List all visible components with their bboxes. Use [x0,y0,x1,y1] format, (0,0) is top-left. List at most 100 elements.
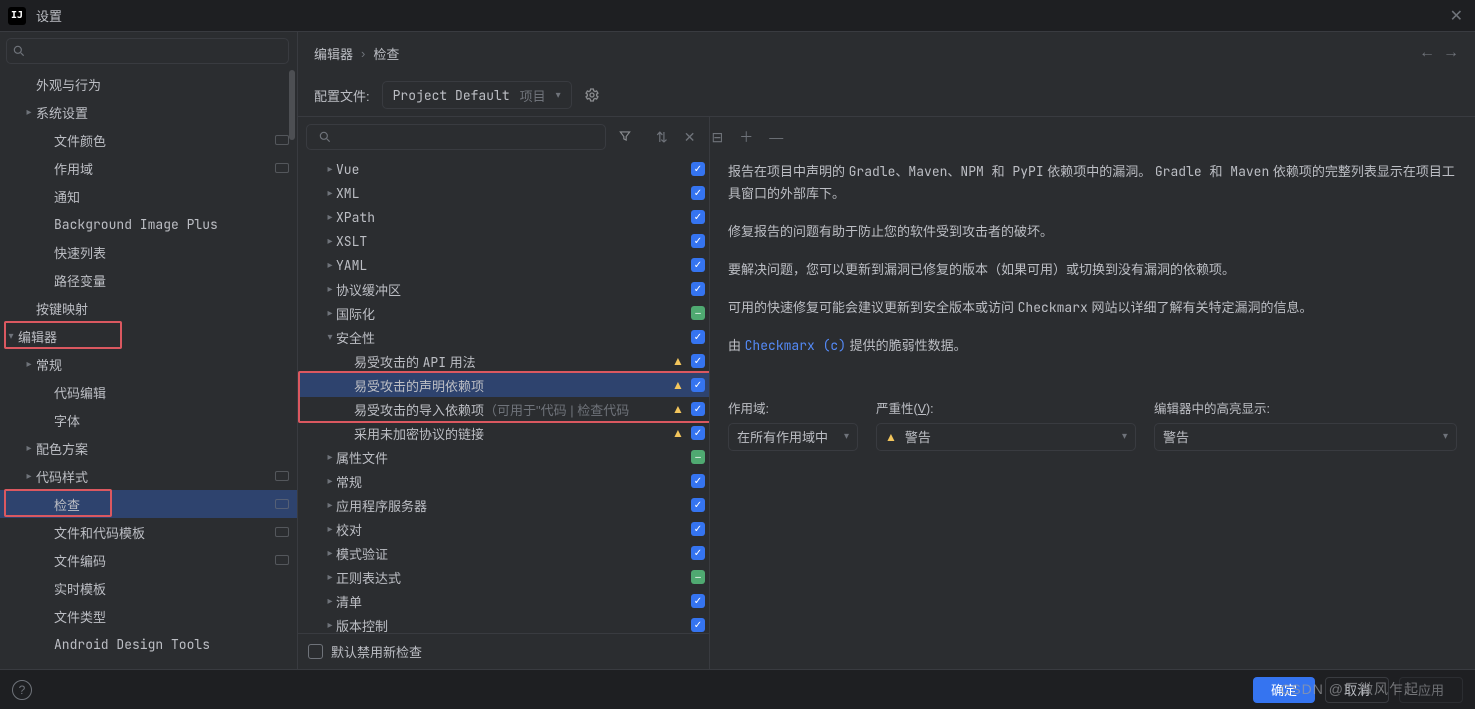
inspection-row[interactable]: ▸国际化– [298,301,709,325]
sidebar-item[interactable]: 文件类型 [0,602,297,630]
scope-combo[interactable]: 在所有作用域中 ▾ [728,423,858,451]
sidebar-item[interactable]: ▸系统设置 [0,98,297,126]
inspection-label: 版本控制 [336,616,669,634]
inspection-label: XPath [336,209,669,226]
severity-combo[interactable]: ▲ 警告 ▾ [876,423,1136,451]
inspection-checkbox[interactable]: ✓ [687,282,709,296]
inspection-checkbox[interactable]: ✓ [687,522,709,536]
sidebar-item[interactable]: 检查 [0,490,297,518]
sidebar-item[interactable]: 字体 [0,406,297,434]
inspection-row[interactable]: ▸模式验证✓ [298,541,709,565]
sidebar-item-label: 按键映射 [36,299,289,318]
inspection-row[interactable]: 易受攻击的声明依赖项▲✓ [298,373,709,397]
sidebar-tree[interactable]: 外观与行为▸系统设置文件颜色作用域通知Background Image Plus… [0,70,297,669]
sidebar-item[interactable]: 路径变量 [0,266,297,294]
sidebar-item[interactable]: 作用域 [0,154,297,182]
severity-label: 严重性(V): [876,398,1136,417]
checkmarx-link[interactable]: Checkmarx (c) [745,337,846,354]
disable-new-checkbox[interactable] [308,644,323,659]
sidebar-item-label: 代码样式 [36,467,275,486]
inspection-checkbox[interactable]: ✓ [687,162,709,176]
sidebar-item[interactable]: 文件编码 [0,546,297,574]
inspection-row[interactable]: ▸XML✓ [298,181,709,205]
nav-back-icon[interactable]: ← [1419,44,1435,62]
inspection-label: 易受攻击的导入依赖项（可用于"代码 | 检查代码 [354,400,669,419]
chevron-right-icon: ▸ [324,620,336,631]
inspection-row[interactable]: 易受攻击的 API 用法▲✓ [298,349,709,373]
sidebar-item[interactable]: 文件颜色 [0,126,297,154]
inspection-label: 易受攻击的 API 用法 [354,352,669,371]
nav-forward-icon[interactable]: → [1443,44,1459,62]
breadcrumb-parent[interactable]: 编辑器 [314,44,353,63]
close-icon[interactable]: ✕ [1446,6,1467,26]
sidebar-item[interactable]: ▾编辑器 [0,322,297,350]
inspection-checkbox[interactable]: ✓ [687,594,709,608]
sidebar-item[interactable]: 快速列表 [0,238,297,266]
inspection-row[interactable]: ▸版本控制 ✓ [298,613,709,633]
inspection-checkbox[interactable]: ✓ [687,498,709,512]
sidebar-item[interactable]: 通知 [0,182,297,210]
chevron-right-icon: ▸ [22,443,36,454]
chevron-down-icon: ▾ [4,331,18,342]
inspection-tree[interactable]: ▸Vue✓▸XML✓▸XPath✓▸XSLT✓▸YAML✓▸协议缓冲区✓▸国际化… [298,157,709,633]
cancel-button[interactable]: 取消 [1325,677,1389,703]
gear-icon[interactable] [584,87,600,103]
sidebar-item[interactable]: Android Design Tools [0,630,297,658]
inspection-checkbox[interactable]: – [687,450,709,464]
sidebar-item[interactable]: ▸配色方案 [0,434,297,462]
inspection-row[interactable]: 易受攻击的导入依赖项（可用于"代码 | 检查代码▲✓ [298,397,709,421]
help-icon[interactable]: ? [12,680,32,700]
sidebar-item[interactable]: Background Image Plus [0,210,297,238]
inspection-checkbox[interactable]: ✓ [687,402,709,416]
sidebar-item[interactable]: 代码编辑 [0,378,297,406]
sidebar-item-label: 常规 [36,355,289,374]
inspection-checkbox[interactable]: ✓ [687,618,709,632]
sidebar-item[interactable]: 实时模板 [0,574,297,602]
desc-text: 报告在项目中声明的 [728,164,849,179]
reset-icon[interactable]: ✕ [680,127,700,148]
inspection-checkbox[interactable]: – [687,570,709,584]
inspection-row[interactable]: 采用未加密协议的链接▲✓ [298,421,709,445]
sidebar-item[interactable]: 外观与行为 [0,70,297,98]
search-input[interactable] [6,38,289,64]
inspection-checkbox[interactable]: ✓ [687,258,709,272]
inspection-search-input[interactable] [306,124,606,150]
inspection-row[interactable]: ▾安全性✓ [298,325,709,349]
ok-button[interactable]: 确定 [1253,677,1315,703]
inspection-row[interactable]: ▸XPath✓ [298,205,709,229]
inspection-checkbox[interactable]: ✓ [687,210,709,224]
inspection-checkbox[interactable]: – [687,306,709,320]
inspection-checkbox[interactable]: ✓ [687,354,709,368]
sidebar-item[interactable]: ▸常规 [0,350,297,378]
desc-text: Gradle、Maven、NPM 和 PyPI [849,163,1044,180]
inspection-row[interactable]: ▸清单✓ [298,589,709,613]
desc-text: 可用的快速修复可能会建议更新到安全版本或访问 [728,300,1018,315]
inspection-row[interactable]: ▸正则表达式– [298,565,709,589]
inspection-checkbox[interactable]: ✓ [687,330,709,344]
sidebar-item[interactable]: ▸代码样式 [0,462,297,490]
sidebar-item[interactable]: 按键映射 [0,294,297,322]
expand-all-icon[interactable]: ⇅ [652,127,672,148]
sidebar-item[interactable]: 文件和代码模板 [0,518,297,546]
inspection-row[interactable]: ▸协议缓冲区✓ [298,277,709,301]
apply-button[interactable]: 应用 [1399,677,1463,703]
chevron-right-icon: ▸ [324,548,336,559]
inspection-checkbox[interactable]: ✓ [687,186,709,200]
sidebar-item-label: 文件和代码模板 [54,523,275,542]
filter-icon[interactable] [614,127,636,148]
inspection-row[interactable]: ▸YAML✓ [298,253,709,277]
inspection-row[interactable]: ▸常规✓ [298,469,709,493]
highlight-combo[interactable]: 警告 ▾ [1154,423,1457,451]
inspection-row[interactable]: ▸应用程序服务器✓ [298,493,709,517]
inspection-row[interactable]: ▸属性文件– [298,445,709,469]
inspection-label: YAML [336,257,669,274]
inspection-checkbox[interactable]: ✓ [687,378,709,392]
inspection-checkbox[interactable]: ✓ [687,474,709,488]
inspection-row[interactable]: ▸校对✓ [298,517,709,541]
inspection-row[interactable]: ▸XSLT✓ [298,229,709,253]
inspection-checkbox[interactable]: ✓ [687,426,709,440]
inspection-checkbox[interactable]: ✓ [687,546,709,560]
inspection-checkbox[interactable]: ✓ [687,234,709,248]
profile-select[interactable]: Project Default 项目 ▾ [382,81,572,109]
inspection-row[interactable]: ▸Vue✓ [298,157,709,181]
